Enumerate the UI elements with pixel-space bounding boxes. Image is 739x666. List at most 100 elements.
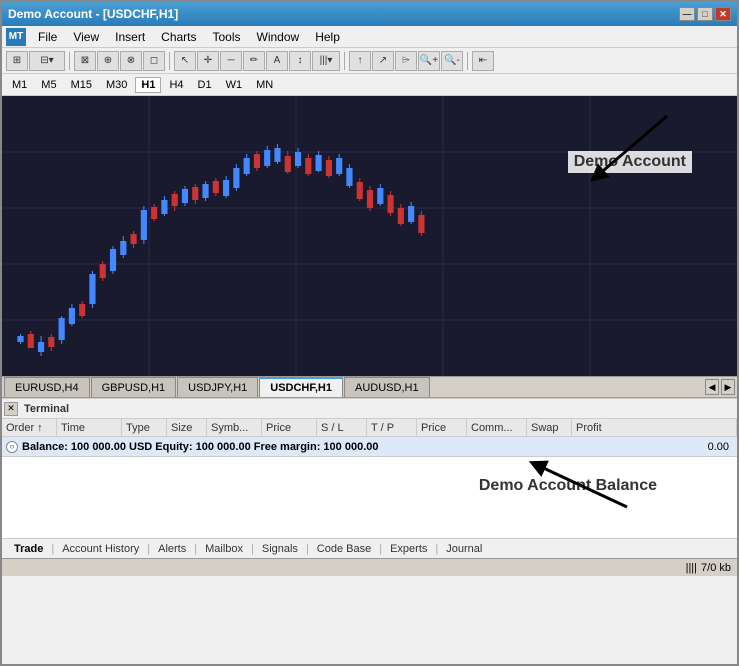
menu-help[interactable]: Help [307,28,348,46]
tf-mn[interactable]: MN [250,77,279,93]
bottom-tabs: Trade | Account History | Alerts | Mailb… [2,538,737,558]
chart-tab-usdjpy[interactable]: USDJPY,H1 [177,377,258,397]
col-comm: Comm... [467,419,527,436]
toolbar-new-chart[interactable]: ⊞ [6,51,28,71]
bottom-tab-codebase[interactable]: Code Base [309,542,379,556]
toolbar-zoom-chart[interactable]: 🔍+ [418,51,440,71]
toolbar-scroll-end[interactable]: ⇤ [472,51,494,71]
tf-m1[interactable]: M1 [6,77,33,93]
col-size: Size [167,419,207,436]
maximize-button[interactable]: □ [697,7,713,21]
app-logo: MT [6,28,26,46]
balance-arrow [457,457,737,537]
chart-tab-scroll: ◀ ▶ [705,379,735,395]
tab-scroll-right[interactable]: ▶ [721,379,735,395]
toolbar-group-2: ⊠ ⊕ ⊗ ◻ [74,51,165,71]
balance-row: ○ Balance: 100 000.00 USD Equity: 100 00… [2,437,737,457]
bottom-tab-account-history[interactable]: Account History [54,542,147,556]
toolbar-cursor[interactable]: ↖ [174,51,196,71]
tf-h1[interactable]: H1 [135,77,161,93]
col-symbol: Symb... [207,419,262,436]
bottom-tab-signals[interactable]: Signals [254,542,306,556]
col-time: Time [57,419,122,436]
col-type: Type [122,419,167,436]
bottom-tab-mailbox[interactable]: Mailbox [197,542,251,556]
menu-window[interactable]: Window [249,28,308,46]
window-controls: — □ ✕ [679,7,731,21]
col-swap: Swap [527,419,572,436]
toolbar-fib[interactable]: |||▾ [312,51,340,71]
minimize-button[interactable]: — [679,7,695,21]
tf-h4[interactable]: H4 [163,77,189,93]
toolbar-sep-4 [467,52,468,70]
menu-charts[interactable]: Charts [153,28,204,46]
tf-m30[interactable]: M30 [100,77,133,93]
main-window: Demo Account - [USDCHF,H1] — □ ✕ MT File… [0,0,739,666]
tf-m5[interactable]: M5 [35,77,62,93]
toolbar-indicator1[interactable]: ↑ [349,51,371,71]
toolbar-zoom-chart2[interactable]: 🔍- [441,51,463,71]
toolbar-pencil[interactable]: ✏ [243,51,265,71]
toolbar-zoom-in[interactable]: ⊕ [97,51,119,71]
balance-text: Balance: 100 000.00 USD Equity: 100 000.… [22,441,378,453]
col-tp: T / P [367,419,417,436]
window-title: Demo Account - [USDCHF,H1] [8,7,178,21]
toolbar-group-3: ↖ ✛ ─ ✏ A ↕ |||▾ [174,51,340,71]
status-bar: |||| 7/0 kb [2,558,737,576]
toolbar-group-1: ⊞ ⊟▾ [6,51,65,71]
toolbar-zoom-out[interactable]: ⊗ [120,51,142,71]
timeframe-bar: M1 M5 M15 M30 H1 H4 D1 W1 MN [2,74,737,96]
toolbar: ⊞ ⊟▾ ⊠ ⊕ ⊗ ◻ ↖ ✛ ─ ✏ A ↕ |||▾ ↑ ↗ ⌲ 🔍+ 🔍… [2,48,737,74]
tf-m15[interactable]: M15 [65,77,98,93]
title-bar: Demo Account - [USDCHF,H1] — □ ✕ [2,2,737,26]
toolbar-arrow[interactable]: ↕ [289,51,311,71]
toolbar-chart-type[interactable]: ⊠ [74,51,96,71]
demo-account-label: Demo Account [568,151,692,173]
chart-area[interactable]: Demo Account [2,96,737,376]
col-sl: S / L [317,419,367,436]
status-wifi: |||| [686,562,697,574]
trade-area-empty: Demo Account Balance [2,457,737,538]
demo-balance-label: Demo Account Balance [479,477,657,495]
chart-tab-eurusd[interactable]: EURUSD,H4 [4,377,90,397]
menu-tools[interactable]: Tools [205,28,249,46]
toolbar-text[interactable]: A [266,51,288,71]
col-order: Order ↑ [2,419,57,436]
trade-columns: Order ↑ Time Type Size Symb... Price S /… [2,419,737,437]
bottom-tab-journal[interactable]: Journal [438,542,490,556]
menu-insert[interactable]: Insert [107,28,153,46]
status-icons: |||| 7/0 kb [686,562,731,574]
status-kb: 7/0 kb [701,562,731,574]
toolbar-crosshair[interactable]: ✛ [197,51,219,71]
menu-view[interactable]: View [65,28,107,46]
toolbar-indicator2[interactable]: ↗ [372,51,394,71]
col-profit: Profit [572,419,737,436]
toolbar-indicator3[interactable]: ⌲ [395,51,417,71]
col-price2: Price [417,419,467,436]
toolbar-open[interactable]: ⊟▾ [29,51,65,71]
col-price: Price [262,419,317,436]
terminal-title: Terminal [20,403,73,415]
close-button[interactable]: ✕ [715,7,731,21]
terminal-close-button[interactable]: ✕ [4,402,18,416]
toolbar-group-5: ⇤ [472,51,494,71]
chart-tab-audusd[interactable]: AUDUSD,H1 [344,377,430,397]
toolbar-sep-2 [169,52,170,70]
tf-d1[interactable]: D1 [192,77,218,93]
toolbar-line[interactable]: ─ [220,51,242,71]
bottom-tab-experts[interactable]: Experts [382,542,435,556]
tab-scroll-left[interactable]: ◀ [705,379,719,395]
menu-bar: MT File View Insert Charts Tools Window … [2,26,737,48]
bottom-tab-alerts[interactable]: Alerts [150,542,194,556]
menu-file[interactable]: File [30,28,65,46]
toolbar-group-4: ↑ ↗ ⌲ 🔍+ 🔍- [349,51,463,71]
chart-tab-gbpusd[interactable]: GBPUSD,H1 [91,377,177,397]
bottom-tab-trade[interactable]: Trade [6,542,51,556]
chart-tabs: EURUSD,H4 GBPUSD,H1 USDJPY,H1 USDCHF,H1 … [2,376,737,398]
tf-w1[interactable]: W1 [220,77,249,93]
toolbar-properties[interactable]: ◻ [143,51,165,71]
balance-profit: 0.00 [708,441,729,453]
balance-icon: ○ [6,441,18,453]
terminal-panel: ✕ Terminal Order ↑ Time Type Size Symb..… [2,398,737,558]
chart-tab-usdchf[interactable]: USDCHF,H1 [259,377,343,397]
